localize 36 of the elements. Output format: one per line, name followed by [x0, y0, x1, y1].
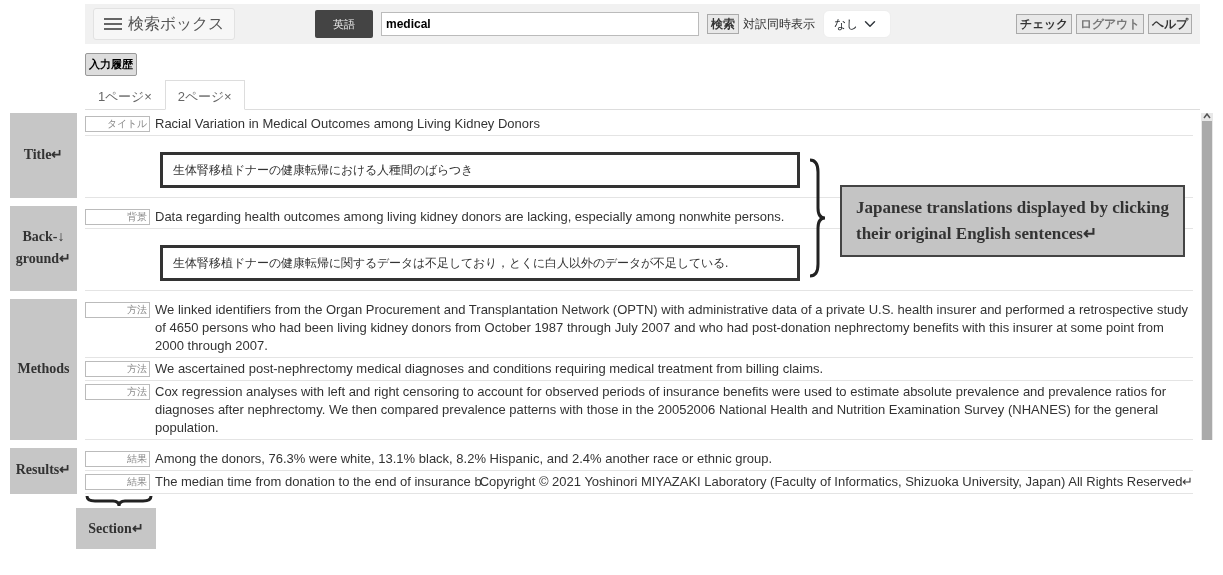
section-tag-field[interactable]: 結果: [85, 450, 150, 467]
translation-box: 生体腎移植ドナーの健康転帰における人種間のばらつき: [160, 151, 800, 188]
section-tag-field[interactable]: 方法: [85, 301, 150, 318]
callout-text: Japanese translations displayed by clicking their original English sentences↵: [840, 184, 1185, 258]
copyright-text: Copyright © 2021 Yoshinori MIYAZAKI Laboratory (Faculty of Informatics, Shizuoka University, Japan) All Rights Reserved↵: [479, 472, 1194, 491]
sentence-text[interactable]: Cox regression analyses with left and right censoring to account for observed periods of insurance benefits were used to estimate absolute prevalence and prevalence ratios for diagnoses after nephrectomy. We then compared prevalence patterns with those in the 20052006 National Health and Nutrition Examination Survey (NHANES) for the general population.: [155, 382, 1194, 437]
label-text: ground↵: [15, 250, 72, 268]
language-button[interactable]: 英語: [315, 9, 373, 39]
display-select[interactable]: なし: [823, 10, 891, 38]
history-button[interactable]: 入力履歴: [85, 53, 137, 76]
label-text: Methods: [17, 359, 70, 378]
section-tag-field[interactable]: 背景: [85, 208, 150, 225]
logout-button[interactable]: ログアウト: [1076, 13, 1144, 35]
section-tag-field[interactable]: タイトル: [85, 115, 150, 132]
tab[interactable]: 2ページ×: [164, 79, 245, 110]
section-label: Section↵: [76, 507, 156, 549]
sentence-text[interactable]: Among the donors, 76.3% were white, 13.1% black, 8.2% Hispanic, and 2.4% another race or ethnic group.: [155, 449, 773, 468]
translation-box: 生体腎移植ドナーの健康転帰に関するデータは不足しており，とくに白人以外のデータが不足している.: [160, 244, 800, 281]
select-label: 対訳同時表示: [743, 16, 815, 33]
help-button[interactable]: ヘルプ: [1148, 13, 1192, 35]
sentence-text[interactable]: Data regarding health outcomes among living kidney donors are lacking, especially among nonwhite persons.: [155, 207, 785, 226]
label-text: Results↵: [15, 461, 72, 480]
menu-button[interactable]: 検索ボックス: [93, 8, 235, 40]
sentence-text[interactable]: We ascertained post-nephrectomy medical diagnoses and conditions requiring medical treatment from billing claims.: [155, 359, 824, 378]
section-tag-field[interactable]: 結果: [85, 473, 150, 490]
search-button[interactable]: 検索: [707, 13, 739, 35]
label-text: Back-↓: [22, 227, 65, 246]
label-text: Title↵: [23, 145, 64, 164]
sentence-text[interactable]: We linked identifiers from the Organ Procurement and Transplantation Network (OPTN) with administrative data of a private U.S. health insurer and performed a retrospective study of 4650 persons who had been living kidney donors from October 1987 through July 2007 and who had post-donation nephrectomy benefits with this insurer at some point from 2000 through 2007.: [155, 300, 1194, 355]
sentence-text[interactable]: The median time from donation to the end of insurance b: [155, 472, 482, 491]
tab[interactable]: 1ページ×: [85, 79, 165, 109]
check-button[interactable]: チェック: [1016, 13, 1072, 35]
search-field[interactable]: medical: [381, 12, 699, 36]
sentence-text[interactable]: Racial Variation in Medical Outcomes among Living Kidney Donors: [155, 114, 540, 133]
section-tag-field[interactable]: 方法: [85, 360, 150, 377]
section-tag-field[interactable]: 方法: [85, 383, 150, 400]
